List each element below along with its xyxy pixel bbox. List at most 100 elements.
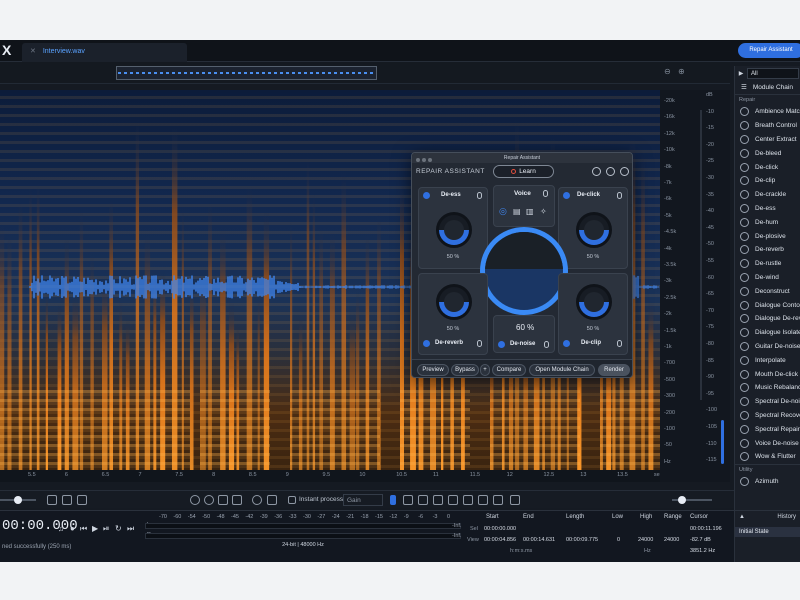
harmonic-selection-icon[interactable] bbox=[478, 495, 488, 505]
settings-icon[interactable] bbox=[606, 167, 615, 176]
de-clip-listen-icon[interactable] bbox=[617, 340, 622, 347]
repair-module-item[interactable]: De-plosive bbox=[735, 229, 800, 243]
repair-module-item[interactable]: Guitar De-noise bbox=[735, 340, 800, 354]
repair-module-item[interactable]: Spectral Repair bbox=[735, 422, 800, 436]
file-tab[interactable]: ✕ Interview.wav bbox=[22, 43, 187, 62]
repair-module-item[interactable]: Spectral Recovery bbox=[735, 409, 800, 423]
instant-process-checkbox[interactable] bbox=[288, 496, 296, 504]
repair-module-item[interactable]: De-rustle bbox=[735, 257, 800, 271]
render-button[interactable]: Render bbox=[598, 364, 630, 376]
marker-icon[interactable] bbox=[77, 495, 87, 505]
de-noise-amount-knob[interactable] bbox=[480, 227, 568, 315]
repair-module-item[interactable]: Deconstruct bbox=[735, 284, 800, 298]
vertical-zoom-slider[interactable] bbox=[721, 420, 724, 464]
de-clip-amount-knob[interactable] bbox=[576, 284, 612, 320]
zoom-in-icon[interactable]: ⊕ bbox=[678, 67, 685, 76]
repair-module-item[interactable]: Dialogue Isolate bbox=[735, 326, 800, 340]
history-item[interactable]: Initial State bbox=[735, 527, 800, 537]
repair-module-item[interactable]: De-wind bbox=[735, 271, 800, 285]
repair-module-item[interactable]: De-reverb bbox=[735, 243, 800, 257]
repair-module-item[interactable]: Breath Control bbox=[735, 119, 800, 133]
de-clip-power-icon[interactable] bbox=[563, 340, 570, 347]
learn-button[interactable]: Learn bbox=[493, 165, 554, 178]
module-chain-item[interactable]: ☰ Module Chain bbox=[735, 80, 800, 94]
frequency-selection-icon[interactable] bbox=[403, 495, 413, 505]
repair-module-item[interactable]: Dialogue De-reverb bbox=[735, 312, 800, 326]
repair-module-item[interactable]: Mouth De-click bbox=[735, 367, 800, 381]
magic-wand-icon[interactable] bbox=[448, 495, 458, 505]
view-high[interactable]: 24000 bbox=[638, 537, 653, 543]
repair-module-item[interactable]: Ambience Match bbox=[735, 105, 800, 119]
module-card-voice[interactable]: Voice ◎ ▤ ▥ ✧ bbox=[493, 185, 555, 227]
brush-icon[interactable] bbox=[463, 495, 473, 505]
time-selection-tool-icon[interactable] bbox=[390, 495, 396, 505]
repair-module-item[interactable]: Dialogue Contour bbox=[735, 298, 800, 312]
waveform-overview[interactable]: ⊖ ⊕ bbox=[0, 62, 730, 84]
de-ess-listen-icon[interactable] bbox=[477, 192, 482, 199]
repair-module-item[interactable]: Spectral De-noise bbox=[735, 395, 800, 409]
time-ruler[interactable]: 5.5 6 6.5 7 7.5 8 8.5 9 9.5 10 10.5 11 11.5 12 12.5 13 1… bbox=[0, 470, 662, 482]
instrument-type-icon[interactable]: ▥ bbox=[526, 207, 534, 216]
forward-icon[interactable]: ⏭ bbox=[127, 524, 134, 534]
repair-assistant-button[interactable]: Repair Assistant bbox=[738, 43, 800, 58]
repair-module-item[interactable]: De-click bbox=[735, 160, 800, 174]
help-icon[interactable] bbox=[620, 167, 629, 176]
module-card-de-clip[interactable]: 50 % De-clip bbox=[558, 273, 628, 355]
grid-icon[interactable] bbox=[62, 495, 72, 505]
module-card-de-ess[interactable]: De-ess 50 % bbox=[418, 187, 488, 269]
repair-module-item[interactable]: Music Rebalance bbox=[735, 381, 800, 395]
de-ess-power-icon[interactable] bbox=[423, 192, 430, 199]
headphones-icon[interactable]: ♫ bbox=[58, 524, 64, 533]
view-icon[interactable] bbox=[47, 495, 57, 505]
zoom-out-tool-icon[interactable] bbox=[204, 495, 214, 505]
hand-icon[interactable] bbox=[267, 495, 277, 505]
module-card-de-noise[interactable]: 60 % De-noise bbox=[493, 315, 555, 353]
de-reverb-listen-icon[interactable] bbox=[477, 340, 482, 347]
help-tour-icon[interactable] bbox=[592, 167, 601, 176]
open-module-chain-button[interactable]: Open Module Chain bbox=[529, 364, 595, 376]
magnify-icon[interactable] bbox=[252, 495, 262, 505]
compare-button[interactable]: Compare bbox=[492, 364, 526, 376]
voice-type-icon[interactable]: ◎ bbox=[499, 206, 507, 217]
de-click-listen-icon[interactable] bbox=[617, 192, 622, 199]
de-reverb-amount-knob[interactable] bbox=[436, 284, 472, 320]
zoom-slider-handle[interactable] bbox=[14, 496, 22, 504]
process-mode-select[interactable]: Gain bbox=[343, 494, 383, 506]
snap-icon[interactable] bbox=[510, 495, 520, 505]
play-icon[interactable]: ▶ bbox=[92, 524, 98, 533]
view-length[interactable]: 00:00:09.775 bbox=[566, 537, 598, 543]
play-module-icon[interactable]: ▶ bbox=[735, 70, 747, 77]
time-frequency-selection-icon[interactable] bbox=[418, 495, 428, 505]
vertical-zoom-handle[interactable] bbox=[678, 496, 686, 504]
zoom-in-tool-icon[interactable] bbox=[190, 495, 200, 505]
sel-start[interactable]: 00:00:00.000 bbox=[484, 526, 516, 532]
de-click-power-icon[interactable] bbox=[563, 192, 570, 199]
repair-module-item[interactable]: Center Extract bbox=[735, 133, 800, 147]
bypass-add-button[interactable]: + bbox=[480, 364, 490, 376]
repair-module-item[interactable]: Voice De-noise bbox=[735, 436, 800, 450]
zoom-selection-icon[interactable] bbox=[218, 495, 228, 505]
collapse-history-icon[interactable]: ▲ bbox=[739, 514, 745, 520]
bypass-button[interactable]: Bypass bbox=[451, 364, 479, 376]
de-ess-amount-knob[interactable] bbox=[436, 212, 472, 248]
repair-module-item[interactable]: Interpolate bbox=[735, 353, 800, 367]
utility-module-item[interactable]: Azimuth bbox=[735, 475, 800, 489]
loop-icon[interactable]: ↻ bbox=[115, 524, 122, 533]
record-icon[interactable]: ● bbox=[70, 524, 75, 533]
module-filter-select[interactable]: All bbox=[747, 67, 799, 79]
repair-module-item[interactable]: De-ess bbox=[735, 202, 800, 216]
view-end[interactable]: 00:00:14.631 bbox=[523, 537, 555, 543]
repair-module-item[interactable]: De-crackle bbox=[735, 188, 800, 202]
module-card-de-click[interactable]: De-click 50 % bbox=[558, 187, 628, 269]
repair-module-item[interactable]: De-clip bbox=[735, 174, 800, 188]
repair-assistant-titlebar[interactable]: Repair Assistant bbox=[412, 153, 632, 163]
repair-module-item[interactable]: Wow & Flutter bbox=[735, 450, 800, 464]
de-click-amount-knob[interactable] bbox=[576, 212, 612, 248]
sparkle-type-icon[interactable]: ✧ bbox=[540, 207, 547, 216]
view-start[interactable]: 00:00:04.856 bbox=[484, 537, 516, 543]
zoom-fit-icon[interactable] bbox=[232, 495, 242, 505]
preview-button[interactable]: Preview bbox=[417, 364, 449, 376]
voice-listen-icon[interactable] bbox=[543, 190, 548, 197]
repair-module-item[interactable]: De-bleed bbox=[735, 146, 800, 160]
module-card-de-reverb[interactable]: 50 % De-reverb bbox=[418, 273, 488, 355]
